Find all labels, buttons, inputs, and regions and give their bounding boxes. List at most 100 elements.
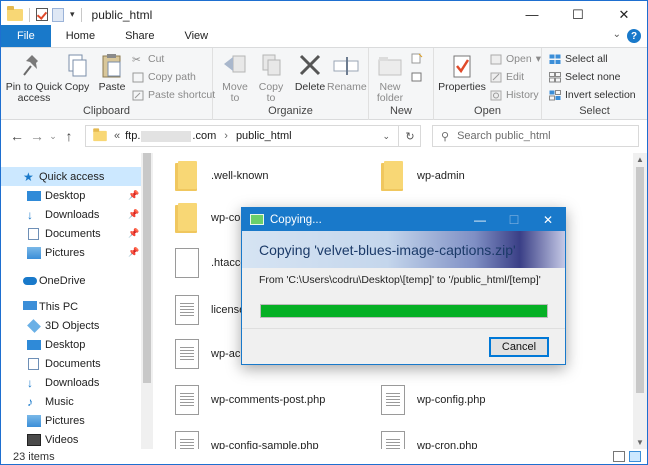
search-input[interactable]: ⚲ Search public_html xyxy=(432,125,639,147)
list-item[interactable]: wp-co xyxy=(175,203,240,233)
pin-icon[interactable]: 📌 xyxy=(128,247,139,258)
list-item[interactable]: wp-comments-post.php xyxy=(175,385,325,415)
delete-label: Delete xyxy=(294,81,326,93)
dialog-title: Copying... xyxy=(270,213,322,226)
move-to-icon xyxy=(221,53,249,79)
address-history-chevron-icon[interactable]: ⌄ xyxy=(382,131,390,142)
select-none-button[interactable]: Select none xyxy=(549,71,620,83)
dialog-minimize-button[interactable]: — xyxy=(463,208,497,231)
nav-item-pictures[interactable]: Pictures 📌 xyxy=(1,243,141,262)
nav-item-label: Downloads xyxy=(45,208,100,221)
nav-item-pictures-pc[interactable]: Pictures xyxy=(1,411,141,430)
breadcrumb-public-html[interactable]: public_html xyxy=(236,130,292,142)
copy-button[interactable]: Copy xyxy=(61,53,93,93)
pin-icon[interactable]: 📌 xyxy=(128,190,139,201)
new-group: New folder New xyxy=(369,48,434,120)
edit-button[interactable]: Edit xyxy=(490,71,524,83)
invert-selection-button[interactable]: Invert selection xyxy=(549,89,636,101)
list-item[interactable]: wp-cron.php xyxy=(381,431,478,449)
pin-to-quick-access-button[interactable]: Pin to Quick access xyxy=(5,53,63,104)
tab-view[interactable]: View xyxy=(169,25,223,47)
list-item[interactable]: wp-config-sample.php xyxy=(175,431,319,449)
cut-button[interactable]: ✂ Cut xyxy=(132,53,164,66)
nav-item-documents[interactable]: Documents 📌 xyxy=(1,224,141,243)
computer-icon xyxy=(23,301,37,310)
content-scrollbar[interactable]: ▲ ▼ xyxy=(633,153,647,449)
tab-home[interactable]: Home xyxy=(51,25,110,47)
list-item[interactable]: wp-config.php xyxy=(381,385,486,415)
list-item[interactable]: .well-known xyxy=(175,161,268,191)
copy-path-button[interactable]: Copy path xyxy=(132,71,196,83)
breadcrumb-host-end[interactable]: .com xyxy=(192,130,216,142)
nav-item-desktop-pc[interactable]: Desktop xyxy=(1,335,141,354)
nav-item-music[interactable]: ♪ Music xyxy=(1,392,141,411)
customize-toolbar-chevron-icon[interactable]: ▾ xyxy=(70,9,75,20)
nav-scrollbar[interactable] xyxy=(141,153,153,449)
copy-to-button[interactable]: Copy to xyxy=(255,53,287,104)
select-all-button[interactable]: Select all xyxy=(549,53,608,65)
refresh-icon: ↻ xyxy=(405,130,415,143)
large-icons-view-icon[interactable] xyxy=(629,451,641,462)
history-label: History xyxy=(506,89,539,101)
cancel-button[interactable]: Cancel xyxy=(489,337,549,357)
minimize-button[interactable]: — xyxy=(509,1,555,28)
nav-item-downloads-pc[interactable]: ↓ Downloads xyxy=(1,373,141,392)
recent-locations-chevron-icon[interactable]: ⌄ xyxy=(47,131,59,142)
nav-item-this-pc[interactable]: This PC xyxy=(1,297,141,316)
details-view-icon[interactable] xyxy=(613,451,625,462)
address-field[interactable]: « ftp. .com › public_html ⌄ xyxy=(85,125,421,147)
select-group: Select all Select none Invert selection … xyxy=(542,48,647,120)
address-bar-row: ← → ⌄ ↑ « ftp. .com › public_html ⌄ ↻ ⚲ … xyxy=(1,120,647,152)
history-button[interactable]: History xyxy=(490,89,539,101)
content-scrollbar-thumb[interactable] xyxy=(636,167,644,393)
help-button[interactable]: ? xyxy=(627,29,641,43)
paste-label: Paste xyxy=(98,81,126,93)
text-file-icon xyxy=(175,295,199,325)
rename-button[interactable]: Rename xyxy=(327,53,367,93)
dialog-close-button[interactable]: ✕ xyxy=(531,208,565,231)
nav-item-3d-objects[interactable]: 3D Objects xyxy=(1,316,141,335)
tab-file[interactable]: File xyxy=(1,25,51,47)
list-item[interactable]: wp-admin xyxy=(381,161,465,191)
tab-share[interactable]: Share xyxy=(110,25,169,47)
nav-item-documents-pc[interactable]: Documents xyxy=(1,354,141,373)
nav-item-quick-access[interactable]: ★ Quick access xyxy=(1,167,141,186)
new-folder-button[interactable]: New folder xyxy=(372,53,408,104)
paste-button[interactable]: Paste xyxy=(96,53,128,93)
open-button[interactable]: Open ▾ xyxy=(490,53,541,65)
maximize-button[interactable]: ☐ xyxy=(555,1,601,28)
nav-scrollbar-thumb[interactable] xyxy=(143,153,151,383)
nav-item-label: OneDrive xyxy=(39,274,86,287)
back-arrow-icon[interactable]: ← xyxy=(7,128,27,144)
pin-label: Pin to Quick access xyxy=(5,81,63,104)
up-arrow-icon[interactable]: ↑ xyxy=(59,128,79,144)
overflow-breadcrumb[interactable]: « xyxy=(114,130,120,142)
list-item[interactable]: license xyxy=(175,295,245,325)
list-item[interactable]: .htacce xyxy=(175,248,246,278)
nav-item-desktop[interactable]: Desktop 📌 xyxy=(1,186,141,205)
nav-item-onedrive[interactable]: OneDrive xyxy=(1,271,141,290)
edit-label: Edit xyxy=(506,71,525,83)
collapse-ribbon-chevron-icon[interactable]: ⌄ xyxy=(613,29,621,40)
pin-icon[interactable]: 📌 xyxy=(128,228,139,239)
list-item[interactable]: wp-ac xyxy=(175,339,240,369)
breadcrumb-host-start[interactable]: ftp. xyxy=(125,130,140,142)
close-button[interactable]: ✕ xyxy=(601,1,647,28)
pin-icon[interactable]: 📌 xyxy=(128,209,139,220)
new-item-button[interactable] xyxy=(411,53,423,64)
properties-button[interactable]: Properties xyxy=(438,53,486,93)
scroll-up-arrow-icon[interactable]: ▲ xyxy=(636,155,644,164)
delete-button[interactable]: Delete xyxy=(293,53,327,93)
scroll-down-arrow-icon[interactable]: ▼ xyxy=(636,438,644,447)
easy-access-button[interactable] xyxy=(411,71,423,82)
new-folder-icon[interactable] xyxy=(52,7,64,22)
nav-item-videos[interactable]: Videos xyxy=(1,430,141,449)
forward-arrow-icon[interactable]: → xyxy=(27,128,47,144)
refresh-button[interactable]: ↻ xyxy=(398,125,421,147)
properties-icon[interactable] xyxy=(36,8,48,21)
nav-item-label: Desktop xyxy=(45,189,86,202)
move-to-button[interactable]: Move to xyxy=(219,53,251,104)
nav-item-downloads[interactable]: ↓ Downloads 📌 xyxy=(1,205,141,224)
paste-shortcut-button[interactable]: Paste shortcut xyxy=(132,89,215,101)
properties-label: Properties xyxy=(438,81,486,93)
